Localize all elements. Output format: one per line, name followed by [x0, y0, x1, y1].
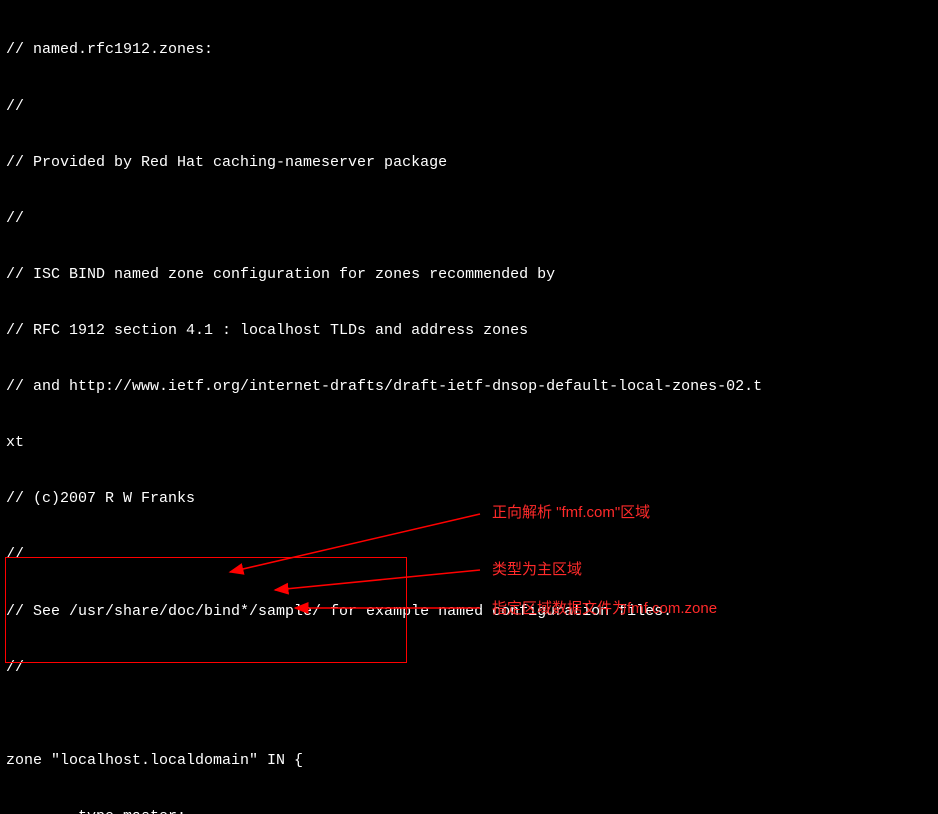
code-line: // ISC BIND named zone configuration for…: [6, 266, 762, 285]
code-line: //: [6, 98, 762, 117]
code-line: // See /usr/share/doc/bind*/sample/ for …: [6, 603, 762, 622]
code-line: // (c)2007 R W Franks: [6, 490, 762, 509]
code-line: // Provided by Red Hat caching-nameserve…: [6, 154, 762, 173]
code-line: // named.rfc1912.zones:: [6, 41, 762, 60]
code-line: zone "localhost.localdomain" IN {: [6, 752, 762, 771]
code-line: //: [6, 546, 762, 565]
code-line: type master;: [6, 808, 762, 814]
code-line: // and http://www.ietf.org/internet-draf…: [6, 378, 762, 397]
code-line: //: [6, 659, 762, 678]
terminal-viewport[interactable]: // named.rfc1912.zones: // // Provided b…: [6, 4, 762, 814]
code-line: //: [6, 210, 762, 229]
code-line: // RFC 1912 section 4.1 : localhost TLDs…: [6, 322, 762, 341]
code-line: xt: [6, 434, 762, 453]
